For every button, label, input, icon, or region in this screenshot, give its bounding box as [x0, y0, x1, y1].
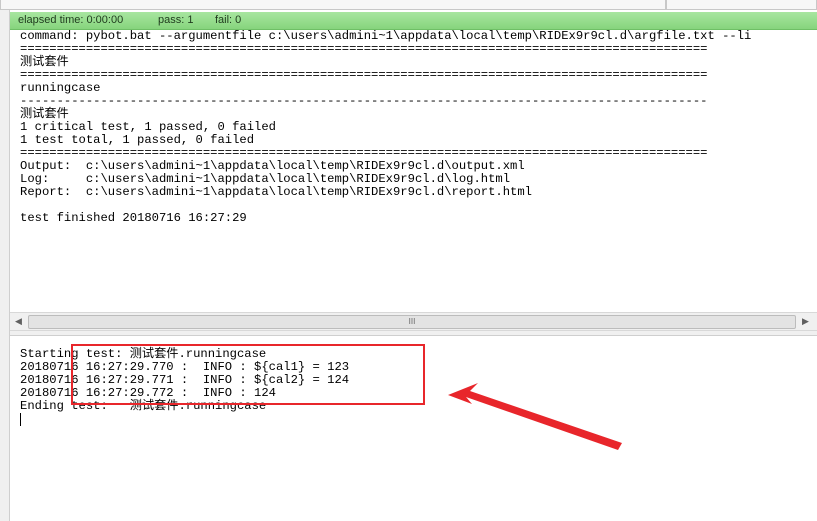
- annotation-arrow-icon: [448, 383, 622, 450]
